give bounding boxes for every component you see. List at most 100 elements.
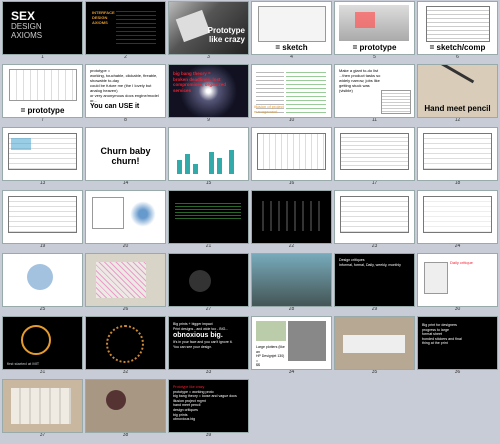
page-number: 36 [454,369,461,375]
slide-thumbnail[interactable]: 37 [3,380,82,439]
slide-16[interactable] [252,128,331,180]
slide-37[interactable] [3,380,82,432]
page-number: 4 [290,54,293,60]
slide-3[interactable]: Prototype like crazy [169,2,248,54]
caption: Hand meet pencil [424,104,491,113]
slide-thumbnail[interactable]: 21 [169,191,248,250]
page-number: 30 [454,306,461,312]
slide-thumbnail[interactable]: = prototype 7 [3,65,82,124]
slide-thumbnail[interactable]: INTERFACE DESIGN AXIOMS 2 [86,2,165,61]
slide-26[interactable] [86,254,165,306]
slide-29[interactable]: Design critiques Informal, formal, Daily… [335,254,414,306]
page-number: 13 [39,180,46,186]
slide-row: = prototype 7 prototype = working, touch… [3,65,497,124]
slide-thumbnail[interactable]: 24 [418,191,497,250]
slide-thumbnail[interactable]: illusion of project management 10 [252,65,331,124]
slide-31[interactable]: first started at MIT [3,317,82,369]
slide-30[interactable]: Daily critique [418,254,497,306]
slide-thumbnail[interactable]: 26 [86,254,165,313]
slide-19[interactable] [3,191,82,243]
slide-14[interactable]: Churn baby churn! [86,128,165,180]
title-line: DESIGN [11,22,42,31]
slide-row: SEX DESIGN AXIOMS 1 INTERFACE DESIGN AXI… [3,2,497,61]
slide-5[interactable]: = prototype [335,2,414,54]
slide-34[interactable]: Large plotters (like an HP Designjet 130… [252,317,331,369]
slide-thumbnail[interactable]: Design critiques Informal, formal, Daily… [335,254,414,313]
slide-33[interactable]: Big prints + bigger impact Print designs… [169,317,248,369]
slide-17[interactable] [335,128,414,180]
page-number: 35 [371,369,378,375]
slide-thumbnail[interactable]: 28 [252,254,331,313]
slide-thumbnail[interactable]: = sketch/comp 6 [418,2,497,61]
slide-38[interactable] [86,380,165,432]
slide-13[interactable] [3,128,82,180]
page-number: 12 [454,117,461,123]
slide-7[interactable]: = prototype [3,65,82,117]
slide-thumbnail[interactable]: 13 [3,128,82,187]
slide-thumbnail[interactable]: 16 [252,128,331,187]
slide-thumbnail[interactable]: prototype = working, touchable, clickabl… [86,65,165,124]
slide-thumbnail[interactable]: Churn baby churn! 14 [86,128,165,187]
slide-27[interactable] [169,254,248,306]
slide-25[interactable] [3,254,82,306]
page-number: 23 [371,243,378,249]
slide-22[interactable] [252,191,331,243]
text-line: thing at the print [422,341,448,346]
slide-24[interactable] [418,191,497,243]
slide-thumbnail[interactable]: 25 [3,254,82,313]
slide-thumbnail[interactable]: big bang theory = broken deadlines, lost… [169,65,248,124]
slide-thumbnail[interactable]: = sketch 4 [252,2,331,61]
slide-thumbnail[interactable]: Big prints + bigger impact Print designs… [169,317,248,376]
slide-28[interactable] [252,254,331,306]
slide-35[interactable] [335,317,414,369]
slide-thumbnail[interactable]: Large plotters (like an HP Designjet 130… [252,317,331,376]
slide-32[interactable] [86,317,165,369]
slide-thumbnail[interactable]: 17 [335,128,414,187]
slide-thumbnail[interactable]: SEX DESIGN AXIOMS 1 [3,2,82,61]
slide-15[interactable] [169,128,248,180]
slide-thumbnail[interactable]: Big print for designers progress to larg… [418,317,497,376]
slide-thumbnail[interactable]: Hand meet pencil 12 [418,65,497,124]
slide-thumbnail[interactable]: Prototype like crazy 3 [169,2,248,61]
slide-thumbnail[interactable]: 18 [418,128,497,187]
slide-thumbnail[interactable]: 32 [86,317,165,376]
slide-39[interactable]: Prototype like crazy prototype = working… [169,380,248,432]
slide-10[interactable]: illusion of project management [252,65,331,117]
slide-thumbnail[interactable]: 27 [169,254,248,313]
caption: illusion of project management [254,104,284,114]
text-line: Daily critique [450,260,473,265]
page-number: 34 [288,369,295,375]
text-line: obnoxious big [173,417,196,422]
slide-thumbnail[interactable]: 38 [86,380,165,439]
slide-20[interactable] [86,191,165,243]
slide-21[interactable] [169,191,248,243]
text-line: Informal, formal, Daily, weekly, monthly [339,262,401,267]
slide-9[interactable]: big bang theory = broken deadlines, lost… [169,65,248,117]
slide-thumbnail[interactable]: 35 [335,317,414,376]
slide-thumbnail[interactable]: 23 [335,191,414,250]
slide-thumbnail[interactable]: = prototype 5 [335,2,414,61]
slide-23[interactable] [335,191,414,243]
slide-thumbnail[interactable]: first started at MIT 31 [3,317,82,376]
slide-18[interactable] [418,128,497,180]
slide-thumbnail[interactable]: Make a giant to-do list ...then product … [335,65,414,124]
slide-thumbnail[interactable]: 19 [3,191,82,250]
slide-row: 13 Churn baby churn! 14 15 16 17 18 [3,128,497,187]
slide-thumbnail[interactable]: Prototype like crazy prototype = working… [169,380,248,439]
page-number: 33 [205,369,212,375]
slide-thumbnail[interactable]: 20 [86,191,165,250]
slide-thumbnail[interactable]: Daily critique 30 [418,254,497,313]
slide-6[interactable]: = sketch/comp [418,2,497,54]
slide-thumbnail[interactable]: 22 [252,191,331,250]
slide-11[interactable]: Make a giant to-do list ...then product … [335,65,414,117]
slide-36[interactable]: Big print for designers progress to larg… [418,317,497,369]
text-line: HP Designjet 130) = [256,354,285,363]
slide-2[interactable]: INTERFACE DESIGN AXIOMS [86,2,165,54]
slide-12[interactable]: Hand meet pencil [418,65,497,117]
slide-1[interactable]: SEX DESIGN AXIOMS [3,2,82,54]
caption: Churn baby churn! [100,146,151,166]
slide-thumbnail[interactable]: 15 [169,128,248,187]
text-line: You can see your design. [173,345,213,349]
slide-4[interactable]: = sketch [252,2,331,54]
slide-8[interactable]: prototype = working, touchable, clickabl… [86,65,165,117]
